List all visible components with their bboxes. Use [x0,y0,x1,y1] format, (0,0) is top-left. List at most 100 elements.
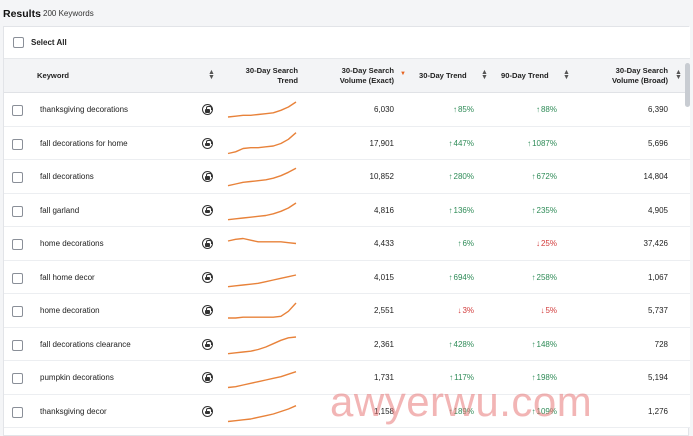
trend-percent: 694% [453,272,474,282]
lock-icon[interactable] [202,104,213,115]
trend90-value: ↓5% [499,306,557,315]
sparkline-path [227,167,297,187]
sparkline-path [227,131,297,154]
keyword-text[interactable]: fall decorations for home [40,139,128,148]
volume-broad: 14,804 [643,172,668,181]
trend-sparkline [227,273,297,287]
table-row[interactable]: fall decorations 10,852 ↑280% ↑672% 14,804 [4,160,690,194]
volume-exact: 2,551 [373,306,394,315]
lock-icon[interactable] [202,137,213,149]
trend-percent: 25% [540,239,557,248]
table-row[interactable]: home decoration 2,551 ↓3% ↓5% 5,737 [4,294,690,328]
volume-broad: 728 [654,339,668,349]
keyword-text[interactable]: fall decorations [40,172,94,181]
arrow-up-icon: ↑ [527,138,532,148]
trend-sparkline [227,201,297,220]
arrow-up-icon: ↑ [535,105,540,114]
trend-percent: 3% [462,306,474,315]
select-all-checkbox[interactable] [13,37,24,48]
arrow-down-icon: ↓ [535,239,540,248]
volume-broad: 6,390 [647,105,668,114]
column-header-trend90[interactable]: 90-Day Trend [501,71,549,81]
select-all-label[interactable]: Select All [31,38,67,47]
column-header-keyword[interactable]: Keyword [37,71,69,81]
volume-broad: 4,905 [647,205,668,215]
table-row[interactable]: fall garland 4,816 ↑136% ↑235% 4,905 [4,193,690,227]
trend90-value: ↑258% [499,273,557,282]
keyword-text[interactable]: pumpkin decorations [40,373,114,382]
trend30-value: ↓3% [414,306,474,315]
trend-percent: 235% [536,205,557,215]
trend-sparkline [227,167,297,187]
lock-icon[interactable] [202,238,213,249]
arrow-up-icon: ↑ [457,239,462,248]
trend30-value: ↑447% [414,139,474,148]
scrollbar[interactable] [685,63,690,107]
keyword-text[interactable]: fall garland [40,206,79,215]
trend90-value: ↑88% [499,105,557,114]
trend90-value: ↑148% [499,340,557,349]
table-row[interactable]: fall decorations clearance 2,361 ↑428% ↑148… [4,327,690,361]
volume-broad: 37,426 [643,239,668,248]
column-header-trend[interactable]: 30-Day Search Trend [236,66,298,86]
trend30-value: ↑6% [414,239,474,248]
trend-percent: 85% [457,105,474,114]
table-row[interactable]: home decorations 4,433 ↑6% ↓25% 37,426 [4,227,690,261]
sort-icon[interactable]: ▲ ▼ [208,69,215,81]
keyword-text[interactable]: home decoration [40,306,100,315]
results-table-panel: Select All Keyword ▲ ▼ 30-Day Search Tren… [3,26,690,436]
trend-percent: 5% [545,306,557,315]
sparkline-path [227,404,297,422]
row-checkbox[interactable] [12,172,23,183]
row-checkbox[interactable] [12,239,23,250]
lock-icon[interactable] [202,204,213,216]
volume-exact: 6,030 [373,105,394,114]
volume-exact: 4,433 [373,239,394,248]
volume-exact: 2,361 [373,339,394,349]
sort-icon[interactable]: ▲ ▼ [675,69,682,81]
sparkline-path [227,273,297,287]
trend30-value: ↑694% [414,273,474,282]
row-checkbox[interactable] [12,373,23,384]
row-checkbox[interactable] [12,138,23,150]
volume-exact: 17,901 [369,138,394,148]
sort-desc-icon[interactable]: ▼ [400,71,406,77]
trend-percent: 258% [536,272,557,282]
arrow-up-icon: ↑ [448,138,453,148]
row-checkbox[interactable] [12,205,23,217]
lock-icon[interactable] [202,171,213,182]
arrow-down-icon: ↓ [540,306,545,315]
lock-icon[interactable] [202,338,213,350]
sort-icon[interactable]: ▲ ▼ [563,69,570,81]
sparkline-path [228,302,297,319]
trend-sparkline [228,302,297,319]
row-checkbox[interactable] [12,406,23,418]
keyword-text[interactable]: fall decorations clearance [40,340,131,349]
column-header-volume-exact[interactable]: 30-Day Search Volume (Exact) [322,66,394,86]
volume-broad: 1,067 [647,272,668,282]
keyword-text[interactable]: home decorations [40,239,104,248]
keyword-text[interactable]: thanksgiving decorations [40,105,128,114]
lock-icon[interactable] [202,405,213,417]
row-checkbox[interactable] [12,306,23,317]
table-row[interactable]: thanksgiving decorations 6,030 ↑85% ↑88% 6,3… [4,93,690,127]
keyword-text[interactable]: thanksgiving decor [40,407,107,416]
lock-icon[interactable] [202,271,213,283]
results-title: Results [3,8,41,20]
column-header-volume-broad[interactable]: 30-Day Search Volume (Broad) [594,66,668,86]
table-row[interactable]: fall home decor 4,015 ↑694% ↑258% 1,067 [4,260,690,294]
trend-percent: 428% [453,339,474,349]
lock-icon[interactable] [202,305,213,316]
row-checkbox[interactable] [12,105,23,116]
volume-exact: 4,015 [373,272,394,282]
arrow-up-icon: ↑ [531,272,536,282]
row-checkbox[interactable] [12,272,23,284]
lock-icon[interactable] [202,372,213,383]
row-checkbox[interactable] [12,339,23,351]
sort-icon[interactable]: ▲ ▼ [481,69,488,81]
trend30-value: ↑85% [414,105,474,114]
keyword-text[interactable]: fall home decor [40,273,95,282]
arrow-up-icon: ↑ [448,205,453,215]
table-row[interactable]: fall decorations for home 17,901 ↑447% ↑108… [4,126,690,160]
column-header-trend30[interactable]: 30-Day Trend [419,71,467,81]
